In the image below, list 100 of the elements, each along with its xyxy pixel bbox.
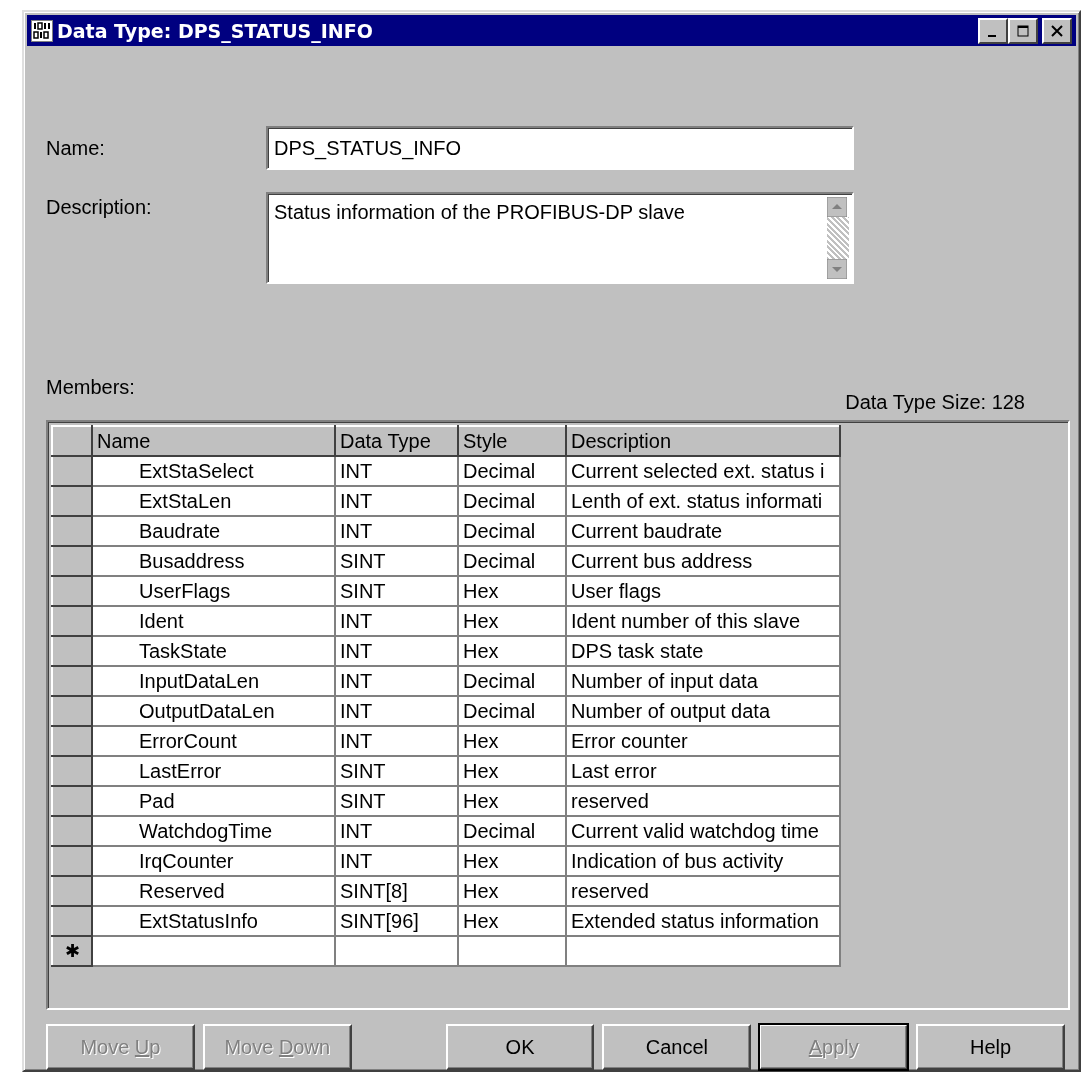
row-header[interactable] <box>52 516 92 546</box>
table-cell: Decimal <box>458 516 566 546</box>
table-cell: reserved <box>566 786 840 816</box>
row-header[interactable] <box>52 666 92 696</box>
close-button[interactable] <box>1042 17 1072 44</box>
table-cell: TaskState <box>92 636 335 666</box>
table-cell: SINT <box>335 576 458 606</box>
table-cell: Ident <box>92 606 335 636</box>
window-title: Data Type: DPS_STATUS_INFO <box>57 19 374 42</box>
row-header[interactable] <box>52 486 92 516</box>
table-cell: Decimal <box>458 546 566 576</box>
table-cell: INT <box>335 606 458 636</box>
table-cell: ExtStaLen <box>92 486 335 516</box>
table-cell: Busaddress <box>92 546 335 576</box>
row-header[interactable] <box>52 606 92 636</box>
table-cell: Hex <box>458 756 566 786</box>
table-cell: Decimal <box>458 486 566 516</box>
description-field[interactable]: Status information of the PROFIBUS-DP slave <box>266 192 854 284</box>
column-header[interactable]: Style <box>458 426 566 456</box>
row-header[interactable] <box>52 816 92 846</box>
column-header[interactable]: Name <box>92 426 335 456</box>
table-cell: SINT <box>335 756 458 786</box>
table-cell: Current valid watchdog time <box>566 816 840 846</box>
table-cell: Hex <box>458 726 566 756</box>
row-header[interactable] <box>52 726 92 756</box>
table-cell: INT <box>335 696 458 726</box>
maximize-icon <box>1017 24 1029 37</box>
row-header[interactable] <box>52 906 92 936</box>
minimize-button[interactable] <box>978 17 1008 44</box>
table-cell: SINT <box>335 546 458 576</box>
description-label: Description: <box>46 195 153 219</box>
table-cell: Ident number of this slave <box>566 606 840 636</box>
table-cell: LastError <box>92 756 335 786</box>
table-cell: Indication of bus activity <box>566 846 840 876</box>
row-header[interactable] <box>52 786 92 816</box>
table-cell: Hex <box>458 576 566 606</box>
table-cell: Hex <box>458 636 566 666</box>
row-header[interactable] <box>52 546 92 576</box>
row-header[interactable] <box>52 576 92 606</box>
table-cell: OutputDataLen <box>92 696 335 726</box>
row-header[interactable] <box>52 846 92 876</box>
table-cell: Error counter <box>566 726 840 756</box>
table-cell: INT <box>335 846 458 876</box>
table-cell: InputDataLen <box>92 666 335 696</box>
table-cell: Hex <box>458 846 566 876</box>
table-cell: IrqCounter <box>92 846 335 876</box>
table-cell: Number of input data <box>566 666 840 696</box>
table-cell: Baudrate <box>92 516 335 546</box>
table-cell: INT <box>335 636 458 666</box>
table-cell: Decimal <box>458 456 566 486</box>
table-cell: Lenth of ext. status informati <box>566 486 840 516</box>
corner-header <box>52 426 92 456</box>
table-cell: INT <box>335 486 458 516</box>
table-cell: INT <box>335 726 458 756</box>
table-cell: Number of output data <box>566 696 840 726</box>
column-header[interactable]: Description <box>566 426 840 456</box>
table-cell: Current baudrate <box>566 516 840 546</box>
row-header[interactable] <box>52 876 92 906</box>
column-header[interactable]: Data Type <box>335 426 458 456</box>
table-cell: Decimal <box>458 666 566 696</box>
table-cell: Hex <box>458 606 566 636</box>
table-cell: Pad <box>92 786 335 816</box>
members-label: Members: <box>46 376 135 399</box>
table-cell: UserFlags <box>92 576 335 606</box>
close-icon <box>1051 24 1063 37</box>
table-cell: INT <box>335 816 458 846</box>
table-cell: INT <box>335 666 458 696</box>
name-field[interactable]: DPS_STATUS_INFO <box>266 126 854 170</box>
dialog-button[interactable]: OK <box>445 1024 595 1070</box>
row-header[interactable] <box>52 696 92 726</box>
table-cell: Current bus address <box>566 546 840 576</box>
row-header[interactable] <box>52 756 92 786</box>
data-icon <box>31 19 53 42</box>
table-cell: ErrorCount <box>92 726 335 756</box>
table-cell: SINT[8] <box>335 876 458 906</box>
maximize-button[interactable] <box>1008 17 1038 44</box>
table-cell: SINT <box>335 786 458 816</box>
table-cell: Hex <box>458 876 566 906</box>
new-row-marker[interactable]: ✱ <box>52 936 92 966</box>
table-cell: INT <box>335 516 458 546</box>
dialog-button[interactable]: Cancel <box>602 1024 752 1070</box>
table-cell: Decimal <box>458 816 566 846</box>
table-cell: Extended status information <box>566 906 840 936</box>
name-label: Name: <box>46 136 106 160</box>
table-cell: Decimal <box>458 696 566 726</box>
table-cell: Hex <box>458 786 566 816</box>
table-cell: INT <box>335 456 458 486</box>
table-cell: reserved <box>566 876 840 906</box>
table-cell: User flags <box>566 576 840 606</box>
table-cell: Last error <box>566 756 840 786</box>
minimize-icon <box>987 34 996 37</box>
table-cell: ExtStatusInfo <box>92 906 335 936</box>
table-cell: Current selected ext. status i <box>566 456 840 486</box>
dialog-button[interactable]: Help <box>916 1024 1065 1070</box>
data-type-size: Data Type Size: 128 <box>845 391 1025 414</box>
table-cell: WatchdogTime <box>92 816 335 846</box>
row-header[interactable] <box>52 456 92 486</box>
table-cell: ExtStaSelect <box>92 456 335 486</box>
table-cell: Reserved <box>92 876 335 906</box>
row-header[interactable] <box>52 636 92 666</box>
